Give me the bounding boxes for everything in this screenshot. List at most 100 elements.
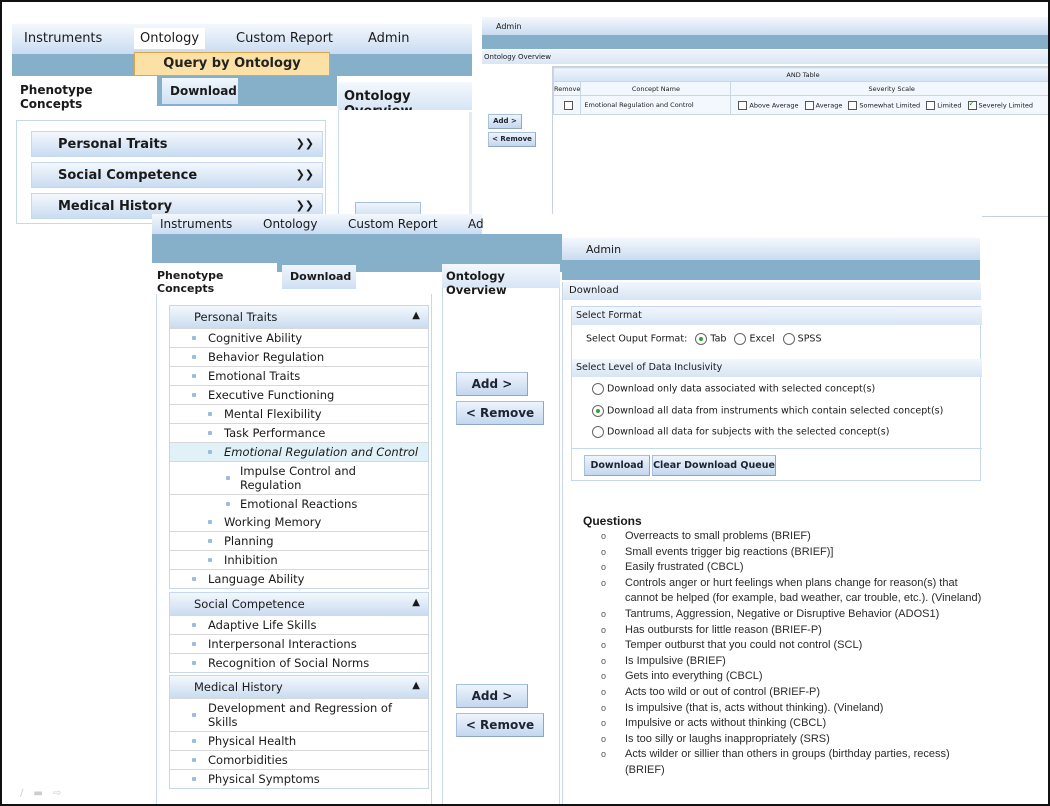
tree-item[interactable]: Mental Flexibility [170, 404, 428, 423]
menu-admin[interactable]: Admin [368, 31, 409, 46]
question-text: Is impulsive (that is, acts without thin… [625, 701, 884, 714]
tree-item[interactable]: Physical Health [170, 731, 428, 750]
remove-cell [552, 95, 582, 115]
tree-item[interactable]: Adaptive Life Skills [170, 615, 428, 634]
tree-item-label: Physical Health [208, 734, 297, 748]
tree-item-label: Adaptive Life Skills [208, 618, 317, 632]
add-button[interactable]: Add > [488, 114, 522, 129]
group-header[interactable]: Medical History ▲ [170, 676, 428, 698]
tree-item-label: Recognition of Social Norms [208, 656, 370, 670]
bullet-icon [192, 758, 196, 762]
admin-menu-bar: Admin [562, 238, 980, 260]
chevron-double-up-icon[interactable]: ▲ [412, 680, 420, 691]
tab-phenotype-concepts[interactable]: Phenotype Concepts [12, 76, 157, 111]
questions-items: o Overreacts to small problems (BRIEF) o Sm… [583, 529, 983, 779]
tab-download[interactable]: Download [282, 265, 356, 289]
remove-button[interactable]: < Remove [456, 713, 544, 737]
chevron-double-down-icon[interactable]: ❯❯ [296, 168, 314, 181]
group-social-competence: Social Competence ▲ Adaptive Life Skills… [169, 592, 429, 673]
tree-item[interactable]: Language Ability [170, 569, 428, 588]
tree-item[interactable]: Interpersonal Interactions [170, 634, 428, 653]
faded-toolbar: ∕▬⇨ [20, 788, 71, 799]
tab-ontology-overview[interactable]: Ontology Overview [338, 82, 472, 119]
menu-admin[interactable]: Admin [496, 22, 522, 31]
submenu-query-by-ontology[interactable]: Query by Ontology [134, 52, 330, 76]
concepts-panel: Personal Traits ▲ Cognitive Ability Beha… [156, 294, 432, 804]
tree-item[interactable]: Inhibition [170, 550, 428, 569]
menu-ontology[interactable]: Ontology [263, 217, 318, 231]
tree-item[interactable]: Executive Functioning [170, 385, 428, 404]
radio-inclusivity-concept-only[interactable] [592, 383, 604, 395]
tree-item-label: Interpersonal Interactions [208, 637, 357, 651]
circle-bullet-icon: o [601, 686, 607, 697]
tree-item-label: Comorbidities [208, 753, 288, 767]
radio-format-tab[interactable] [695, 333, 708, 345]
group-medical-history: Medical History ▲ Development and Regres… [169, 675, 429, 789]
tree-item[interactable]: Development and Regression of Skills [170, 698, 428, 731]
severity-checkbox-limited[interactable] [926, 100, 936, 110]
menu-admin[interactable]: Admin [586, 243, 621, 256]
tree-item-selected[interactable]: Emotional Regulation and Control [170, 442, 428, 461]
bullet-icon [192, 777, 196, 781]
menu-admin-partial[interactable]: Ad [468, 217, 484, 231]
tree-item[interactable]: Emotional Traits [170, 366, 428, 385]
radio-inclusivity-instruments[interactable] [592, 405, 604, 417]
tree-item[interactable]: Task Performance [170, 423, 428, 442]
chevron-double-up-icon[interactable]: ▲ [412, 597, 420, 608]
menu-ontology[interactable]: Ontology [134, 28, 206, 49]
radio-format-excel[interactable] [734, 333, 747, 345]
tree-item[interactable]: Emotional Reactions [170, 494, 428, 513]
and-table: AND Table Remove Concept Name Severity S… [552, 67, 1048, 115]
accordion-personal-traits[interactable]: Personal Traits ❯❯ [31, 131, 323, 157]
add-button[interactable]: Add > [456, 372, 528, 396]
remove-button[interactable]: < Remove [488, 132, 536, 147]
circle-bullet-icon: o [601, 749, 607, 760]
question-text: Impulsive or acts without thinking (CBCL… [625, 717, 827, 730]
circle-bullet-icon: o [601, 577, 607, 588]
menu-instruments[interactable]: Instruments [160, 217, 232, 231]
accordion-social-competence[interactable]: Social Competence ❯❯ [31, 162, 323, 188]
tree-item-label: Development and Regression of Skills [208, 701, 393, 729]
group-header[interactable]: Personal Traits ▲ [170, 306, 428, 328]
chevron-double-up-icon[interactable]: ▲ [412, 310, 420, 321]
severity-checkbox-severely-limited[interactable] [967, 99, 977, 110]
panel-edge [469, 112, 472, 224]
group-header[interactable]: Social Competence ▲ [170, 593, 428, 615]
tree-item[interactable]: Impulse Control and Regulation [170, 461, 428, 494]
tree-item[interactable]: Comorbidities [170, 750, 428, 769]
question-item: o Tantrums, Aggression, Negative or Disru… [583, 607, 983, 623]
severity-checkbox-above-average[interactable] [738, 100, 748, 110]
clear-download-queue-button[interactable]: Clear Download Queue [652, 455, 776, 476]
bullet-icon [192, 642, 196, 646]
tree-item[interactable]: Physical Symptoms [170, 769, 428, 788]
tree-item[interactable]: Working Memory [170, 513, 428, 531]
tab-phenotype-concepts[interactable]: Phenotype Concepts [152, 263, 277, 295]
bullet-icon [192, 336, 196, 340]
radio-inclusivity-subjects[interactable] [592, 426, 604, 438]
menu-custom-report[interactable]: Custom Report [236, 31, 333, 46]
tab-download[interactable]: Download [162, 78, 238, 104]
menu-instruments[interactable]: Instruments [24, 31, 102, 46]
question-item: o Easily frustrated (CBCL) [583, 560, 983, 576]
chevron-double-down-icon[interactable]: ❯❯ [296, 199, 314, 212]
bullet-icon [208, 450, 212, 454]
severity-checkbox-average[interactable] [804, 100, 814, 110]
severity-checkbox-somewhat-limited[interactable] [848, 100, 858, 110]
remove-button[interactable]: < Remove [456, 401, 544, 425]
tab-ontology-overview[interactable]: Ontology Overview [442, 264, 560, 297]
menu-custom-report[interactable]: Custom Report [348, 217, 438, 231]
radio-label: Excel [749, 333, 775, 345]
tree-item[interactable]: Cognitive Ability [170, 328, 428, 347]
tree-item[interactable]: Behavior Regulation [170, 347, 428, 366]
admin-menu-bar: Admin [482, 17, 1048, 35]
chevron-double-down-icon[interactable]: ❯❯ [296, 137, 314, 150]
add-button[interactable]: Add > [456, 684, 528, 708]
question-item: o Has outbursts for little reason (BRIEF-… [583, 623, 983, 639]
radio-format-spss[interactable] [782, 333, 795, 345]
remove-checkbox[interactable] [563, 100, 573, 110]
tree-item[interactable]: Planning [170, 531, 428, 550]
tree-item[interactable]: Recognition of Social Norms [170, 653, 428, 672]
arrow-icon: ⇨ [52, 788, 72, 799]
download-button[interactable]: Download [584, 455, 650, 476]
column-header-severity-scale: Severity Scale [730, 81, 1048, 96]
